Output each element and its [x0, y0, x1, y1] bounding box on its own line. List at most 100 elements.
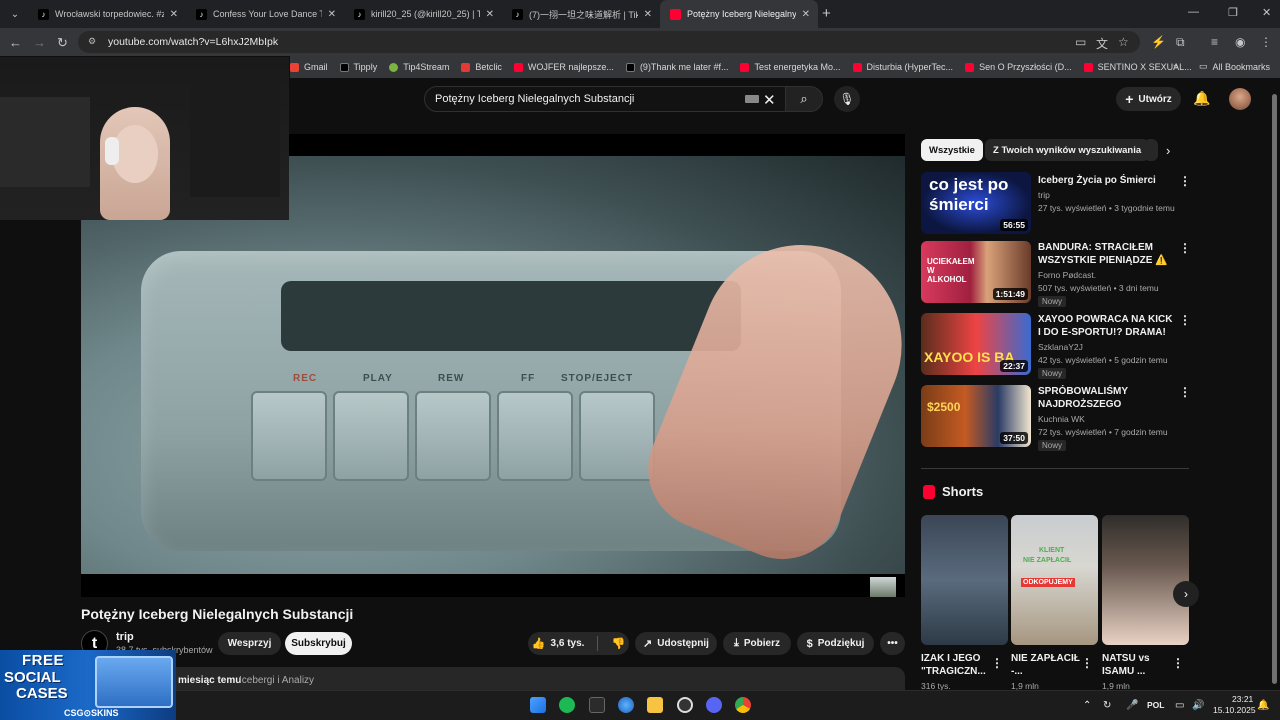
restore-icon[interactable]: ❐ [1228, 6, 1238, 19]
site-settings-icon[interactable]: ⚙ [88, 36, 100, 48]
bookmark-star-icon[interactable]: ☆ [1118, 35, 1129, 49]
notifications-bell-icon[interactable]: 🔔 [1193, 90, 1210, 107]
tray-sync-icon[interactable]: ↻ [1103, 700, 1111, 711]
bookmark-item[interactable]: WOJFER najlepsze... [513, 62, 614, 72]
browser-tab[interactable]: ♪ Confess Your Love Dance Tutor ✕ [186, 0, 344, 28]
bookmark-item[interactable]: Test energetyka Mo... [740, 62, 841, 72]
short-thumbnail[interactable]: KLIENT NIE ZAPŁACIŁ ODKOPUJEMY [1011, 515, 1098, 645]
finger-image [630, 214, 905, 578]
channel-name[interactable]: trip [116, 631, 134, 643]
short-more-icon[interactable]: ⋮ [1172, 656, 1184, 670]
windows-start-icon[interactable] [530, 697, 546, 713]
bookmark-item[interactable]: Sen O Przyszłości (D... [965, 62, 1072, 72]
epic-games-icon[interactable] [589, 697, 605, 713]
chip-all[interactable]: Wszystkie [921, 139, 983, 161]
extensions-puzzle-icon[interactable]: ⧉ [1176, 35, 1185, 50]
bookmarks-overflow-icon[interactable]: » [1173, 61, 1178, 71]
video-more-icon[interactable]: ⋮ [1179, 313, 1191, 327]
bookmark-item[interactable]: Gmail [290, 62, 328, 72]
video-more-icon[interactable]: ⋮ [1179, 385, 1191, 399]
search-input[interactable]: Potężny Iceberg Nielegalnych Substancji [424, 86, 786, 112]
video-thumbnail: UCIEKAŁEM W ALKOHOL 1:51:49 [921, 241, 1031, 303]
new-tab-icon[interactable]: + [822, 5, 831, 22]
bookmark-item[interactable]: Tipply [339, 62, 377, 72]
minimize-icon[interactable]: — [1188, 6, 1199, 18]
scrollbar-thumb[interactable] [1272, 94, 1277, 684]
recommended-video[interactable]: XAYOO IS BA 22:37 XAYOO POWRACA NA KICK … [921, 313, 1191, 379]
short-more-icon[interactable]: ⋮ [1081, 656, 1093, 670]
search-button[interactable]: ⌕ [785, 86, 823, 112]
volume-icon[interactable]: 🔊 [1192, 700, 1204, 711]
browser-tab[interactable]: ♪ Wrocławski torpedowiec. #zon ✕ [28, 0, 186, 28]
short-more-icon[interactable]: ⋮ [991, 656, 1003, 670]
chip-from-search[interactable]: Z Twoich wyników wyszukiwania [985, 139, 1150, 161]
recommended-video[interactable]: UCIEKAŁEM W ALKOHOL 1:51:49 BANDURA: STR… [921, 241, 1191, 307]
browser-tab-active[interactable]: Potężny Iceberg Nielegalnych S ✕ [660, 0, 818, 28]
account-avatar[interactable] [1229, 88, 1251, 110]
language-indicator[interactable]: POL [1147, 700, 1164, 710]
video-more-icon[interactable]: ⋮ [1179, 241, 1191, 255]
tab-close-icon[interactable]: ✕ [486, 9, 494, 20]
short-title[interactable]: NATSU vs ISAMU ... [1102, 652, 1182, 678]
clock-date[interactable]: 15.10.2025 [1213, 705, 1256, 715]
install-icon[interactable]: ▭ [1075, 35, 1086, 49]
browser-icon[interactable] [618, 697, 634, 713]
translate-icon[interactable]: 文 [1096, 35, 1108, 52]
short-thumbnail[interactable] [921, 515, 1008, 645]
create-button[interactable]: + Utwórz [1116, 87, 1181, 111]
tab-close-icon[interactable]: ✕ [328, 9, 336, 20]
discord-icon[interactable] [706, 697, 722, 713]
tray-mic-icon[interactable]: 🎤 [1126, 700, 1138, 711]
clock-time[interactable]: 23:21 [1232, 694, 1253, 704]
tab-close-icon[interactable]: ✕ [644, 9, 652, 20]
bookmark-item[interactable]: (9)Thank me later #f... [625, 62, 728, 72]
clear-search-icon[interactable]: ✕ [763, 91, 776, 109]
support-button[interactable]: Wesprzyj [218, 632, 281, 655]
extension-icon[interactable]: ⚡ [1151, 35, 1166, 49]
chrome-icon[interactable] [735, 697, 751, 713]
obs-icon[interactable] [677, 697, 693, 713]
file-explorer-icon[interactable] [647, 697, 663, 713]
reading-list-icon[interactable]: ≡ [1211, 35, 1218, 49]
thanks-button[interactable]: $ Podziękuj [797, 632, 874, 655]
keyboard-icon[interactable] [745, 95, 759, 103]
chrome-menu-icon[interactable]: ⋮ [1260, 35, 1272, 49]
network-icon[interactable]: ▭ [1175, 700, 1184, 711]
recommended-video[interactable]: $2500 37:50 SPRÓBOWALIŚMY NAJDROŻSZEGO J… [921, 385, 1191, 451]
tab-search-icon[interactable]: ⌄ [6, 5, 24, 23]
shorts-next-icon[interactable]: › [1173, 581, 1199, 607]
like-icon[interactable]: 👍 [532, 637, 546, 650]
all-bookmarks-button[interactable]: ▭ All Bookmarks [1199, 61, 1270, 72]
short-title[interactable]: NIE ZAPŁACIŁ -... [1011, 652, 1091, 678]
like-count[interactable]: 3,6 tys. [551, 638, 585, 649]
share-button[interactable]: ↗ Udostępnij [635, 632, 717, 655]
tray-chevron-icon[interactable]: ⌃ [1083, 700, 1091, 711]
browser-tab[interactable]: ♪ (7)一挧一坦之味道解析 | TikTok ✕ [502, 0, 660, 28]
chevron-right-icon[interactable]: › [1166, 143, 1170, 158]
tab-close-icon[interactable]: ✕ [802, 9, 810, 20]
tab-close-icon[interactable]: ✕ [170, 9, 178, 20]
chip-partial[interactable] [1144, 139, 1158, 161]
back-icon[interactable]: ← [9, 35, 22, 50]
dislike-icon[interactable]: 👎 [611, 637, 625, 650]
short-thumbnail[interactable] [1102, 515, 1189, 645]
reload-icon[interactable]: ↻ [57, 35, 68, 51]
download-button[interactable]: ⤓ Pobierz [723, 632, 791, 655]
bookmark-item[interactable]: Disturbia (HyperTec... [852, 62, 953, 72]
spotify-icon[interactable] [559, 697, 575, 713]
bookmark-item[interactable]: Betclic [461, 62, 502, 72]
browser-tab[interactable]: ♪ kirill20_25 (@kirill20_25) | TikTo ✕ [344, 0, 502, 28]
video-more-icon[interactable]: ⋮ [1179, 174, 1191, 188]
short-title[interactable]: IZAK I JEGO "TRAGICZN... [921, 652, 1001, 678]
profile-icon[interactable]: ◉ [1235, 35, 1245, 49]
bookmark-item[interactable]: Tip4Stream [389, 62, 449, 72]
notification-bell-icon[interactable]: 🔔 [1257, 700, 1269, 711]
voice-search-button[interactable]: 🎙 [834, 86, 860, 112]
subscribe-button[interactable]: Subskrybuj [285, 632, 352, 655]
more-actions-button[interactable]: ••• [880, 632, 905, 655]
close-window-icon[interactable]: ✕ [1262, 6, 1271, 19]
description-tag[interactable]: Icebergi i Analizy [239, 675, 314, 686]
address-bar[interactable]: ⚙ youtube.com/watch?v=L6hxJ2MbIpk [78, 31, 1140, 53]
forward-icon[interactable]: → [33, 35, 46, 50]
recommended-video[interactable]: co jest po śmierci 56:55 Iceberg Życia p… [921, 172, 1191, 236]
